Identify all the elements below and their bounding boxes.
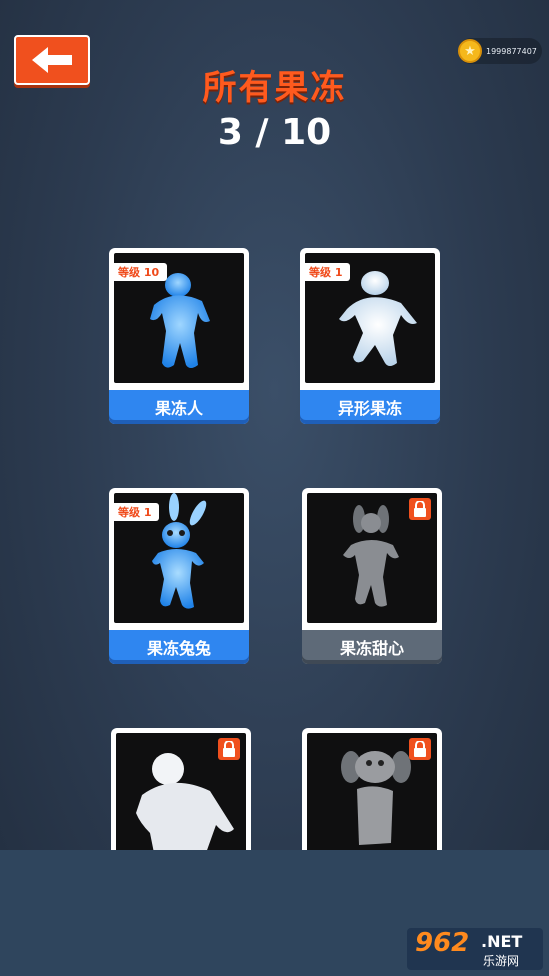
level-badge: 等级 1	[114, 503, 160, 521]
site-watermark: 962 .NET 乐游网	[407, 928, 543, 970]
jelly-name: 果冻人	[109, 390, 249, 424]
lock-icon	[409, 738, 431, 760]
jelly-card-4[interactable]: 果冻甜心	[302, 488, 442, 664]
jelly-name: 果冻甜心	[302, 630, 442, 664]
jelly-art: 等级 10	[114, 253, 244, 383]
watermark-net: .NET	[481, 932, 523, 951]
level-badge: 等级 10	[114, 263, 168, 281]
level-badge: 等级 1	[305, 263, 351, 281]
jelly-art: 等级 1	[305, 253, 435, 383]
coin-count: 1999877407	[486, 46, 537, 56]
jelly-card-3[interactable]: 等级 1 果冻兔兔	[109, 488, 249, 664]
jelly-card-2[interactable]: 等级 1 异形果冻	[300, 248, 440, 424]
bottom-bar: 962 .NET 乐游网	[0, 850, 549, 976]
jelly-name: 果冻兔兔	[109, 630, 249, 664]
page-title: 所有果冻	[202, 68, 347, 108]
watermark-number: 962	[415, 928, 470, 958]
jelly-art	[307, 493, 437, 623]
jelly-name: 异形果冻	[300, 390, 440, 424]
jelly-card-1[interactable]: 等级 10 果冻人	[109, 248, 249, 424]
lock-icon	[409, 498, 431, 520]
jelly-art	[307, 733, 437, 863]
collection-progress: 3 / 10	[217, 112, 332, 153]
jelly-art	[116, 733, 246, 863]
lock-icon	[218, 738, 240, 760]
watermark-cn: 乐游网	[483, 954, 520, 968]
jelly-art: 等级 1	[114, 493, 244, 623]
